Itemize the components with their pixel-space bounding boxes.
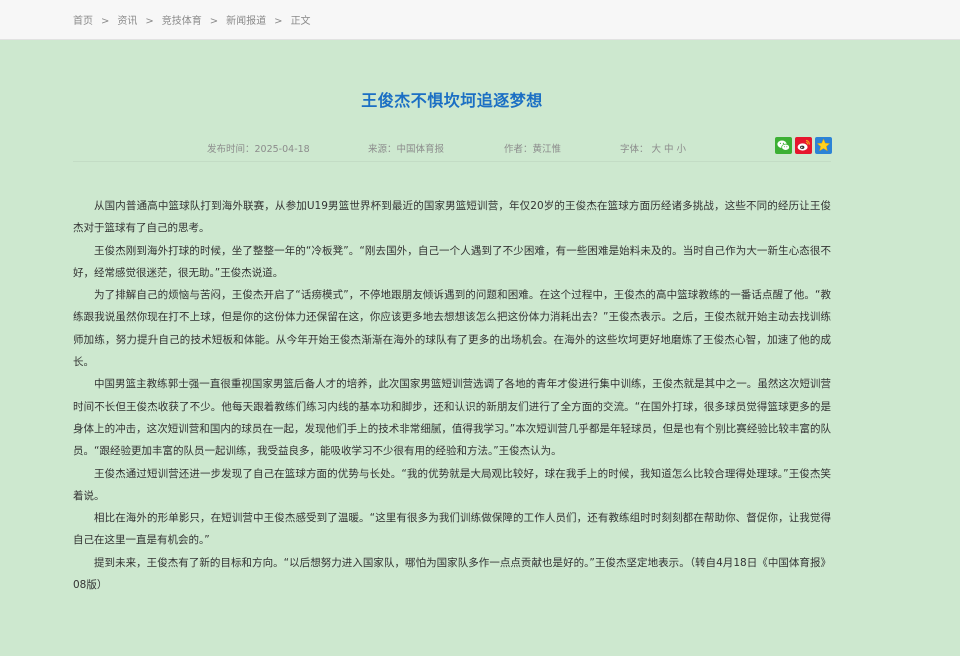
breadcrumb-separator: > (101, 16, 110, 27)
breadcrumb: 首页 > 资讯 > 竞技体育 > 新闻报道 > 正文 (73, 12, 311, 27)
article-paragraph: 从国内普通高中篮球队打到海外联赛，从参加U19男篮世界杯到最近的国家男篮短训营，… (73, 200, 831, 235)
article-paragraph: 提到未来，王俊杰有了新的目标和方向。“以后想努力进入国家队，哪怕为国家队多作一点… (73, 556, 831, 592)
font-size-medium[interactable]: 中 (664, 144, 674, 155)
breadcrumb-separator: > (145, 16, 154, 27)
publish-date: 发布时间：2025-04-18 (207, 144, 310, 155)
article-paragraph: 王俊杰刚到海外打球的时候，坐了整整一年的“冷板凳”。“刚去国外，自己一个人遇到了… (73, 244, 831, 279)
article-paragraph: 为了排解自己的烦恼与苦闷，王俊杰开启了“话痨模式”，不停地跟朋友倾诉遇到的问题和… (73, 289, 831, 369)
font-size-large[interactable]: 大 (652, 144, 662, 155)
wechat-icon[interactable] (775, 137, 792, 154)
article-paragraph: 中国男篮主教练郭士强一直很重视国家男篮后备人才的培养，此次国家男篮短训营选调了各… (73, 378, 831, 458)
breadcrumb-competitive-sports[interactable]: 竞技体育 (162, 16, 202, 27)
breadcrumb-separator: > (209, 16, 219, 27)
article-author: 作者：黄江惟 (504, 144, 562, 155)
breadcrumb-current: 正文 (290, 16, 311, 27)
article-paragraph: 王俊杰通过短训营还进一步发现了自己在篮球方面的优势与长处。“我的优势就是大局观比… (73, 467, 831, 502)
meta-divider (73, 161, 831, 162)
article-container: 王俊杰不惧坎坷追逐梦想 发布时间：2025-04-18 来源：中国体育报 作者：… (0, 40, 960, 656)
share-buttons (775, 137, 832, 154)
article-source: 来源：中国体育报 (368, 144, 445, 155)
weibo-icon[interactable] (795, 137, 812, 154)
font-size-control: 字体：大中小 (620, 141, 686, 155)
breadcrumb-separator: > (274, 16, 283, 27)
top-bar: 首页 > 资讯 > 竞技体育 > 新闻报道 > 正文 (0, 0, 960, 40)
article-title: 王俊杰不惧坎坷追逐梦想 (361, 91, 543, 110)
font-size-label: 字体： (620, 144, 649, 155)
article-body: 从国内普通高中篮球队打到海外联赛，从参加U19男篮世界杯到最近的国家男篮短训营，… (73, 195, 831, 596)
breadcrumb-news[interactable]: 资讯 (117, 16, 137, 27)
breadcrumb-news-reports[interactable]: 新闻报道 (226, 16, 266, 27)
font-size-small[interactable]: 小 (677, 144, 687, 155)
favorite-star-icon[interactable] (815, 137, 832, 154)
article-paragraph: 相比在海外的形单影只，在短训营中王俊杰感受到了温暖。“这里有很多为我们训练做保障… (73, 512, 831, 547)
breadcrumb-home[interactable]: 首页 (73, 16, 93, 27)
